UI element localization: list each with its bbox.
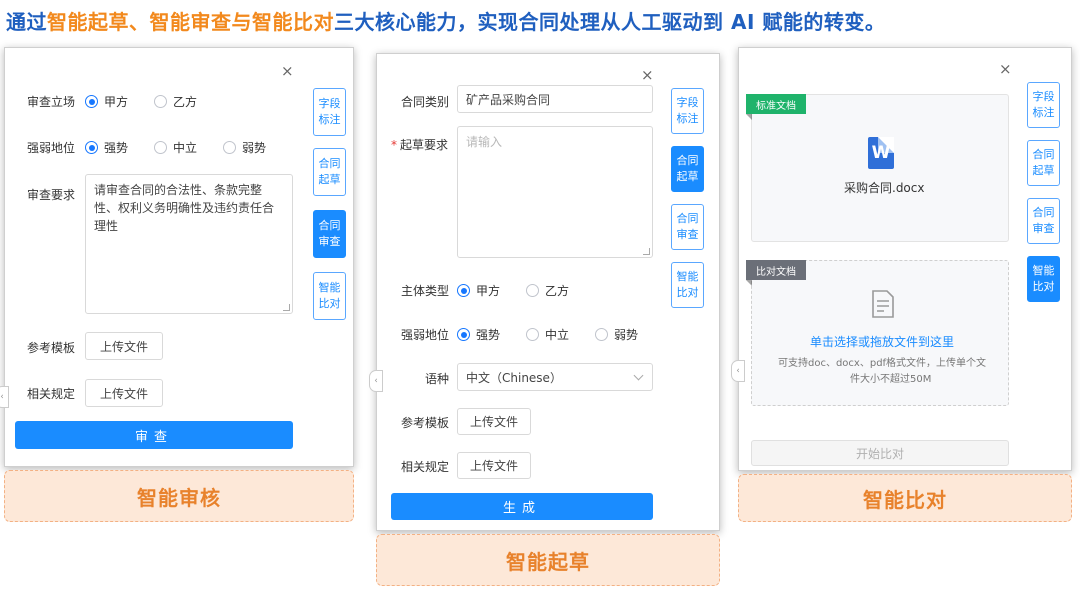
standard-file-name[interactable]: 采购合同.docx: [844, 179, 924, 196]
language-select[interactable]: 中文（Chinese）: [457, 363, 653, 391]
language-value: 中文（Chinese）: [466, 370, 562, 385]
language-label: 语种: [425, 372, 450, 386]
draft-panel: × 合同类别 矿产品采购合同 * 起草要求 请输入 主体类型 甲方 乙方 强弱地位…: [369, 53, 720, 531]
position-radio-group: 强势 中立 弱势: [85, 139, 266, 156]
type-label: 合同类别: [401, 95, 450, 109]
collapse-handle[interactable]: ‹: [369, 370, 383, 392]
position-label: 强弱地位: [27, 141, 76, 155]
stance-label: 审查立场: [27, 95, 76, 109]
side-tab-contract-review[interactable]: 合同审查: [671, 204, 704, 250]
draft-requirement-placeholder: 请输入: [466, 135, 503, 149]
side-tab-field-annotation[interactable]: 字段标注: [671, 88, 704, 134]
draft-caption: 智能起草: [376, 534, 720, 586]
collapse-handle[interactable]: ‹: [0, 386, 9, 408]
radio-checked-icon: [85, 95, 98, 108]
draft-template-upload-button[interactable]: 上传文件: [457, 408, 531, 435]
stance-option-party-b[interactable]: 乙方: [154, 93, 197, 110]
subject-option-party-a[interactable]: 甲方: [457, 282, 500, 299]
position-option-neutral[interactable]: 中立: [154, 139, 197, 156]
subject-radio-group: 甲方 乙方: [457, 282, 569, 299]
radio-checked-icon: [457, 328, 470, 341]
headline-part3: 三大核心能力，实现合同处理从人工驱动到 AI 赋能的转变。: [334, 10, 886, 34]
position-option-weak[interactable]: 弱势: [223, 139, 266, 156]
standard-document-box: 标准文档 W 采购合同.docx: [746, 94, 1009, 242]
standard-tag: 标准文档: [746, 94, 806, 120]
close-icon[interactable]: ×: [281, 62, 294, 80]
required-star-icon: *: [391, 138, 397, 152]
radio-icon: [154, 141, 168, 154]
stance-option-party-a[interactable]: 甲方: [85, 93, 128, 110]
compare-tag: 比对文档: [746, 260, 806, 286]
requirement-text: 请审查合同的合法性、条款完整性、权利义务明确性及违约责任合理性: [94, 183, 275, 233]
subject-label: 主体类型: [401, 284, 450, 298]
subject-option-party-b[interactable]: 乙方: [526, 282, 569, 299]
side-tab-contract-review[interactable]: 合同审查: [313, 210, 346, 258]
radio-checked-icon: [85, 141, 98, 154]
rules-label: 相关规定: [27, 387, 76, 401]
side-tab-smart-compare[interactable]: 智能比对: [313, 272, 346, 320]
draft-rules-upload-button[interactable]: 上传文件: [457, 452, 531, 479]
side-tab-smart-compare[interactable]: 智能比对: [1027, 256, 1060, 302]
upload-title: 单击选择或拖放文件到这里: [810, 335, 955, 349]
word-file-icon: W: [868, 137, 894, 169]
headline-part1: 通过: [6, 10, 47, 34]
type-input[interactable]: 矿产品采购合同: [457, 85, 653, 113]
draft-position-option-strong[interactable]: 强势: [457, 326, 500, 343]
review-caption: 智能审核: [4, 470, 354, 522]
template-upload-button[interactable]: 上传文件: [85, 332, 163, 360]
radio-icon: [223, 141, 237, 154]
radio-icon: [526, 328, 540, 341]
position-option-strong[interactable]: 强势: [85, 139, 128, 156]
draft-position-radio-group: 强势 中立 弱势: [457, 326, 638, 343]
compare-panel: × 标准文档 W 采购合同.docx 比对文档 单击选择或拖放文件到这里 可支持…: [731, 47, 1072, 471]
headline-part2: 智能起草、智能审查与智能比对: [47, 10, 334, 34]
start-compare-button[interactable]: 开始比对: [751, 440, 1009, 466]
draft-position-option-neutral[interactable]: 中立: [526, 326, 569, 343]
compare-upload-dropzone[interactable]: 比对文档 单击选择或拖放文件到这里 可支持doc、docx、pdf格式文件，上传…: [746, 260, 1009, 406]
resize-grip-icon[interactable]: [283, 304, 290, 311]
side-tab-smart-compare[interactable]: 智能比对: [671, 262, 704, 308]
draft-position-label: 强弱地位: [401, 328, 450, 342]
type-value: 矿产品采购合同: [466, 92, 551, 107]
draft-requirement-label: * 起草要求: [391, 138, 449, 152]
requirement-label: 审查要求: [27, 188, 76, 202]
radio-icon: [154, 95, 168, 108]
upload-hint-line1: 可支持doc、docx、pdf格式文件，上传单个文: [778, 358, 987, 369]
radio-icon: [595, 328, 609, 341]
side-tab-contract-draft[interactable]: 合同起草: [671, 146, 704, 192]
collapse-handle[interactable]: ‹: [731, 360, 745, 382]
resize-grip-icon[interactable]: [643, 248, 650, 255]
draft-rules-label: 相关规定: [401, 460, 450, 474]
chevron-down-icon: [633, 370, 644, 381]
side-tab-field-annotation[interactable]: 字段标注: [1027, 82, 1060, 128]
stance-radio-group: 甲方 乙方: [85, 93, 197, 110]
template-label: 参考模板: [27, 341, 76, 355]
close-icon[interactable]: ×: [999, 60, 1012, 78]
radio-icon: [526, 284, 540, 297]
close-icon[interactable]: ×: [641, 66, 654, 84]
upload-hint-line2: 件大小不超过50M: [850, 374, 932, 385]
upload-file-icon: [872, 290, 894, 318]
rules-upload-button[interactable]: 上传文件: [85, 379, 163, 407]
radio-checked-icon: [457, 284, 470, 297]
chevron-left-icon: ‹: [0, 392, 4, 402]
chevron-left-icon: ‹: [374, 376, 378, 386]
review-panel: × 审查立场 甲方 乙方 强弱地位 强势 中立 弱势 审查要求 请审查合同的合法…: [0, 47, 354, 467]
compare-caption: 智能比对: [738, 474, 1072, 522]
draft-template-label: 参考模板: [401, 416, 450, 430]
chevron-left-icon: ‹: [736, 366, 740, 376]
review-submit-button[interactable]: 审查: [15, 421, 293, 449]
requirement-textarea[interactable]: 请审查合同的合法性、条款完整性、权利义务明确性及违约责任合理性: [85, 174, 293, 314]
draft-position-option-weak[interactable]: 弱势: [595, 326, 638, 343]
side-tab-field-annotation[interactable]: 字段标注: [313, 88, 346, 136]
side-tab-contract-draft[interactable]: 合同起草: [1027, 140, 1060, 186]
draft-requirement-textarea[interactable]: 请输入: [457, 126, 653, 258]
side-tab-contract-review[interactable]: 合同审查: [1027, 198, 1060, 244]
draft-submit-button[interactable]: 生成: [391, 493, 653, 520]
side-tab-contract-draft[interactable]: 合同起草: [313, 148, 346, 196]
headline: 通过智能起草、智能审查与智能比对三大核心能力，实现合同处理从人工驱动到 AI 赋…: [6, 6, 885, 35]
